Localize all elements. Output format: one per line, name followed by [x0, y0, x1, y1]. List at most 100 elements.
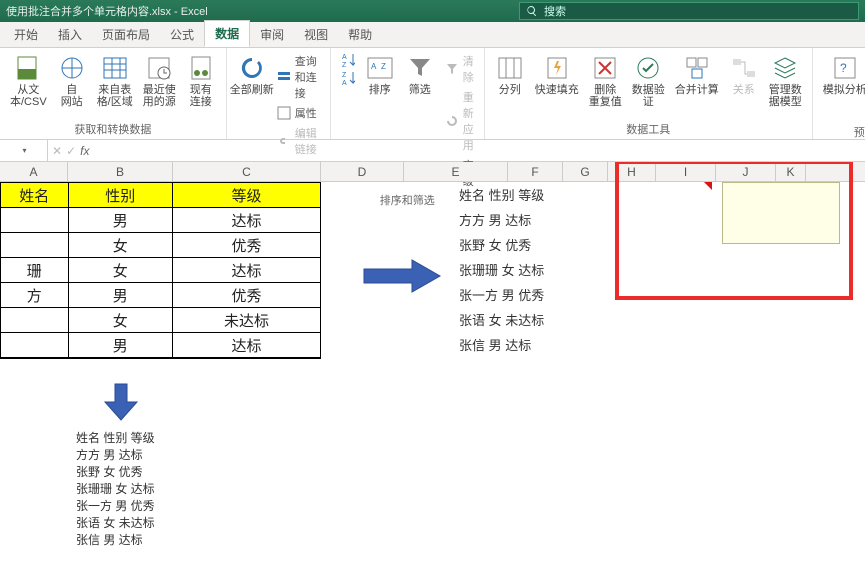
- from-web-button[interactable]: 自 网站: [55, 52, 89, 110]
- table-header[interactable]: 性别: [69, 183, 173, 208]
- table-cell[interactable]: 达标: [173, 258, 320, 283]
- sort-az-icon: AZ: [341, 51, 355, 69]
- list-item[interactable]: 方方 男 达标: [459, 210, 544, 235]
- remove-dup-icon: [592, 55, 618, 81]
- list-item[interactable]: 张野 女 优秀: [76, 464, 155, 481]
- comment-note[interactable]: [722, 182, 840, 244]
- list-item[interactable]: 张珊珊 女 达标: [459, 260, 544, 285]
- comment-indicator-icon: [704, 182, 712, 190]
- sort-button[interactable]: AZ 排序: [363, 52, 397, 98]
- worksheet[interactable]: A B C D E F G H I J K 姓名 性别 等级 男达标女优秀珊女达…: [0, 162, 865, 571]
- sort-za-icon: ZA: [341, 69, 355, 87]
- table-cell[interactable]: 女: [69, 258, 173, 283]
- enter-icon[interactable]: ✓: [66, 144, 76, 158]
- list-item[interactable]: 张珊珊 女 达标: [76, 481, 155, 498]
- from-csv-button[interactable]: 从文 本/CSV: [8, 52, 49, 110]
- group-sort-filter: AZ ZA AZ 排序 筛选 清除 重新应用 高级 排序和筛选: [331, 48, 485, 139]
- sort-az-button[interactable]: AZ: [339, 52, 357, 68]
- col-header[interactable]: G: [563, 162, 608, 181]
- tab-layout[interactable]: 页面布局: [92, 22, 160, 47]
- table-header[interactable]: 等级: [173, 183, 320, 208]
- list-item[interactable]: 方方 男 达标: [76, 447, 155, 464]
- list-item[interactable]: 张信 男 达标: [459, 335, 544, 360]
- list-icon: [277, 70, 291, 84]
- refresh-all-button[interactable]: 全部刷新: [235, 52, 269, 98]
- col-header[interactable]: A: [0, 162, 68, 181]
- table-cell[interactable]: 优秀: [173, 283, 320, 308]
- validation-icon: [635, 55, 661, 81]
- tab-data[interactable]: 数据: [204, 20, 250, 47]
- group-forecast: ?模拟分析 预 测 工 预测: [813, 48, 865, 139]
- globe-icon: [59, 55, 85, 81]
- existing-conn-button[interactable]: 现有 连接: [184, 52, 218, 110]
- ribbon: 从文 本/CSV 自 网站 来自表 格/区域 最近使 用的源 现有 连接 获取和…: [0, 48, 865, 140]
- table-cell[interactable]: 珊: [1, 258, 69, 283]
- tab-help[interactable]: 帮助: [338, 22, 382, 47]
- manage-model-button[interactable]: 管理数 据模型: [767, 52, 804, 110]
- table-cell[interactable]: 女: [69, 233, 173, 258]
- tab-start[interactable]: 开始: [4, 22, 48, 47]
- col-header[interactable]: D: [321, 162, 404, 181]
- text-to-columns-button[interactable]: 分列: [493, 52, 527, 98]
- svg-text:Z: Z: [381, 62, 386, 71]
- tab-review[interactable]: 审阅: [250, 22, 294, 47]
- connection-icon: [188, 55, 214, 81]
- formula-bar: ▾ ✕ ✓ fx: [0, 140, 865, 162]
- clear-filter-button[interactable]: 清除: [443, 52, 476, 86]
- tab-view[interactable]: 视图: [294, 22, 338, 47]
- table-cell[interactable]: 男: [69, 283, 173, 308]
- from-table-button[interactable]: 来自表 格/区域: [95, 52, 135, 110]
- table-cell[interactable]: 方: [1, 283, 69, 308]
- list-item[interactable]: 张野 女 优秀: [459, 235, 544, 260]
- tab-formula[interactable]: 公式: [160, 22, 204, 47]
- list-item[interactable]: 姓名 性别 等级: [459, 185, 544, 210]
- table-cell[interactable]: [1, 208, 69, 233]
- merged-list-e[interactable]: 姓名 性别 等级方方 男 达标张野 女 优秀张珊珊 女 达标张一方 男 优秀张语…: [459, 185, 544, 360]
- table-cell[interactable]: [1, 333, 69, 358]
- group-label-data-tools: 数据工具: [626, 119, 670, 137]
- funnel-icon: [407, 55, 433, 81]
- col-header[interactable]: C: [173, 162, 321, 181]
- cancel-icon[interactable]: ✕: [52, 144, 62, 158]
- table-cell[interactable]: 男: [69, 333, 173, 358]
- relationships-button[interactable]: 关系: [727, 52, 761, 98]
- table-cell[interactable]: 优秀: [173, 233, 320, 258]
- table-cell[interactable]: 达标: [173, 208, 320, 233]
- col-header[interactable]: E: [404, 162, 508, 181]
- queries-conn-button[interactable]: 查询和连接: [275, 52, 322, 102]
- list-item[interactable]: 张信 男 达标: [76, 532, 155, 549]
- list-item[interactable]: 张语 女 未达标: [76, 515, 155, 532]
- table-cell[interactable]: 女: [69, 308, 173, 333]
- search-box[interactable]: 搜索: [519, 2, 859, 20]
- list-item[interactable]: 姓名 性别 等级: [76, 430, 155, 447]
- list-item[interactable]: 张语 女 未达标: [459, 310, 544, 335]
- what-if-button[interactable]: ?模拟分析: [821, 52, 865, 98]
- clear-icon: [445, 62, 459, 76]
- list-item[interactable]: 张一方 男 优秀: [76, 498, 155, 515]
- table-cell[interactable]: 未达标: [173, 308, 320, 333]
- sort-za-button[interactable]: ZA: [339, 70, 357, 86]
- table-cell[interactable]: 男: [69, 208, 173, 233]
- col-header[interactable]: F: [508, 162, 563, 181]
- table-cell[interactable]: [1, 233, 69, 258]
- name-box[interactable]: ▾: [0, 140, 48, 161]
- fx-button[interactable]: fx: [80, 144, 89, 158]
- tab-insert[interactable]: 插入: [48, 22, 92, 47]
- merged-list-bottom[interactable]: 姓名 性别 等级方方 男 达标张野 女 优秀张珊珊 女 达标张一方 男 优秀张语…: [76, 430, 155, 549]
- remove-duplicates-button[interactable]: 删除 重复值: [587, 52, 624, 110]
- consolidate-icon: [684, 55, 710, 81]
- table-cell[interactable]: 达标: [173, 333, 320, 358]
- col-header[interactable]: B: [68, 162, 173, 181]
- table-header[interactable]: 姓名: [1, 183, 69, 208]
- table-cell[interactable]: [1, 308, 69, 333]
- filter-button[interactable]: 筛选: [403, 52, 437, 98]
- consolidate-button[interactable]: 合并计算: [673, 52, 721, 98]
- formula-input[interactable]: [93, 140, 865, 161]
- list-item[interactable]: 张一方 男 优秀: [459, 285, 544, 310]
- data-validation-button[interactable]: 数据验 证: [630, 52, 667, 110]
- recent-sources-button[interactable]: 最近使 用的源: [141, 52, 178, 110]
- properties-button[interactable]: 属性: [275, 104, 322, 122]
- doc-title: 使用批注合并多个单元格内容.xlsx - Excel: [6, 3, 208, 19]
- flash-fill-button[interactable]: 快速填充: [533, 52, 581, 98]
- reapply-icon: [445, 114, 459, 128]
